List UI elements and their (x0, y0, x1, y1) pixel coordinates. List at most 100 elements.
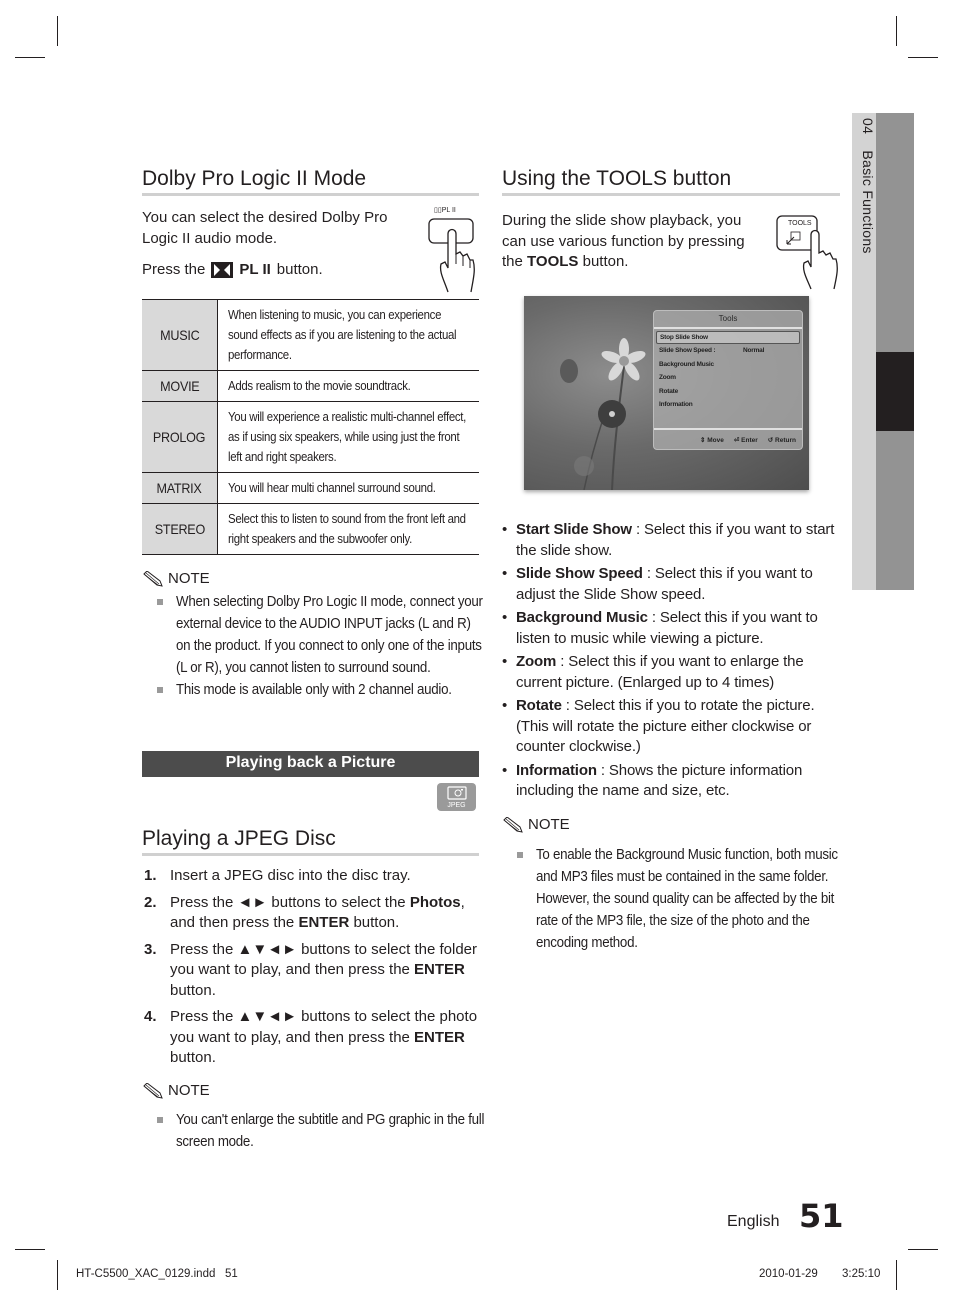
note-pencil-icon (143, 570, 163, 587)
jpeg-note-heading: NOTE (142, 1082, 210, 1099)
mode-description: Select this to listen to sound from the … (217, 503, 479, 555)
step-number: 3. (144, 940, 157, 958)
mode-description: When listening to music, you can experie… (217, 299, 479, 371)
note-pencil-icon (143, 1082, 163, 1099)
enter-icon: ⏎ (733, 436, 740, 444)
mode-name: STEREO (142, 503, 218, 555)
step-item: 2. Press the ◄► buttons to select the Pho… (144, 893, 465, 932)
press-suffix: button. (276, 261, 323, 278)
crop-mark (57, 1260, 58, 1290)
note-item: You can't enlarge the subtitle and PG gr… (142, 1109, 487, 1153)
tools-menu-footer: ⇕ Move ⏎ Enter ↺ Return (654, 428, 802, 449)
return-icon: ↺ (767, 436, 774, 444)
tools-menu-item[interactable]: Stop Slide Show (656, 331, 800, 344)
chapter-tab-label: 04 Basic Functions (852, 118, 876, 254)
pl2-remote-label: ▯▯PL II (434, 207, 456, 214)
mode-row: PROLOG You will experience a realistic mu… (142, 401, 479, 473)
step-number: 4. (144, 1008, 157, 1025)
tools-intro-bold: TOOLS (527, 253, 579, 270)
move-hint: ⇕ Move (700, 436, 724, 444)
crop-mark (908, 1249, 938, 1250)
dolby-intro: You can select the desired Dolby Pro Log… (142, 209, 388, 247)
mode-description: You will experience a realistic multi-ch… (217, 401, 479, 473)
chapter-title: Basic Functions (860, 150, 876, 254)
playing-back-picture-bar: Playing back a Picture (142, 751, 479, 777)
tools-menu-item[interactable]: Background Music (654, 358, 802, 372)
tools-notes-list: To enable the Background Music function,… (502, 844, 847, 954)
section-rule (142, 193, 479, 196)
tools-menu-item[interactable]: Zoom (654, 371, 802, 385)
tools-option-item: Slide Show Speed : Select this if you wa… (502, 564, 847, 605)
tools-option-item: Information : Shows the picture informat… (502, 761, 847, 802)
crop-mark (908, 57, 938, 58)
jpeg-notes-list: You can't enlarge the subtitle and PG gr… (142, 1109, 487, 1153)
note-pencil-icon (503, 816, 523, 833)
crop-mark (896, 1260, 897, 1290)
tools-menu-item-value: Normal (743, 347, 765, 354)
crop-mark (15, 57, 45, 58)
step-item: 4. Press the ▲▼◄► buttons to select the p… (144, 1008, 478, 1066)
tools-menu-item[interactable]: Rotate (654, 385, 802, 399)
dolby-logo-icon (211, 262, 234, 279)
tools-section-title: Using the TOOLS button (502, 167, 732, 190)
crop-mark (15, 1249, 45, 1250)
note-item: When selecting Dolby Pro Logic II mode, … (142, 591, 487, 679)
tools-options-list: Start Slide Show : Select this if you wa… (502, 520, 847, 805)
note-item: This mode is available only with 2 chann… (142, 679, 487, 701)
jpeg-badge: JPEG (437, 783, 476, 811)
mode-name: MOVIE (142, 370, 218, 402)
mode-name: MUSIC (142, 299, 218, 371)
note-label: NOTE (528, 816, 570, 833)
jpeg-section-title: Playing a JPEG Disc (142, 827, 336, 850)
slideshow-screenshot: Tools Stop Slide Show Slide Show Speed :N… (524, 296, 809, 490)
mode-row: MUSIC When listening to music, you can ex… (142, 299, 479, 371)
return-hint: ↺ Return (767, 436, 796, 444)
jpeg-badge-label: JPEG (447, 802, 466, 809)
step-item: 3. Press the ▲▼◄► buttons to select the f… (144, 940, 478, 999)
mode-name: PROLOG (142, 401, 218, 473)
chapter-number: 04 (860, 118, 876, 135)
jpeg-steps-list: 1. Insert a JPEG disc into the disc tray.… (142, 866, 482, 1075)
dolby-press-instruction: Press the PL II button. (142, 260, 323, 281)
page-number: 51 (799, 1197, 844, 1235)
note-label: NOTE (168, 1082, 210, 1099)
mode-row: MATRIX You will hear multi channel surrou… (142, 472, 479, 504)
dolby-modes-table: MUSIC When listening to music, you can ex… (142, 299, 479, 555)
tools-note-heading: NOTE (502, 816, 570, 833)
tools-intro-suffix: button. (578, 253, 629, 270)
file-info: HT-C5500_XAC_0129.indd 51 (76, 1268, 238, 1280)
updown-arrows-icon: ⇕ (700, 436, 706, 444)
section-rule (502, 193, 840, 196)
tools-remote-label: TOOLS (788, 220, 812, 227)
pl2-button-name: PL II (239, 261, 271, 278)
press-prefix: Press the (142, 261, 206, 278)
dolby-section-title: Dolby Pro Logic II Mode (142, 167, 367, 190)
tools-menu-item[interactable]: Slide Show Speed : Normal (654, 344, 802, 358)
chapter-tab-marker (876, 352, 914, 431)
crop-mark (896, 16, 897, 46)
mode-row: MOVIE Adds realism to the movie soundtrac… (142, 370, 479, 402)
tools-option-item: Zoom : Select this if you want to enlarg… (502, 652, 847, 693)
note-item: To enable the Background Music function,… (502, 844, 847, 954)
tools-menu-item[interactable]: Information (654, 398, 802, 412)
step-item: 1. Insert a JPEG disc into the disc tray. (142, 866, 482, 887)
step-number: 2. (144, 893, 157, 911)
tools-intro: During the slide show playback, you can … (502, 211, 762, 273)
note-label: NOTE (168, 570, 210, 587)
mode-description: Adds realism to the movie soundtrack. (217, 370, 479, 402)
enter-hint: ⏎ Enter (733, 436, 758, 444)
dolby-note-heading: NOTE (142, 570, 210, 587)
print-time: 3:25:10 (842, 1268, 881, 1280)
section-rule (142, 853, 479, 856)
mode-name: MATRIX (142, 472, 218, 504)
language-label: English (727, 1213, 780, 1230)
dolby-mini-icon: ▯▯ (434, 207, 442, 214)
mode-row: STEREO Select this to listen to sound fro… (142, 503, 479, 555)
tools-remote-illustration: TOOLS (775, 213, 845, 293)
photo-disc-icon (446, 786, 467, 800)
crop-mark (57, 16, 58, 46)
pl2-remote-illustration: ▯▯PL II (426, 206, 481, 293)
step-number: 1. (144, 867, 157, 884)
tools-option-item: Start Slide Show : Select this if you wa… (502, 520, 847, 561)
print-date: 2010-01-29 (759, 1268, 818, 1280)
